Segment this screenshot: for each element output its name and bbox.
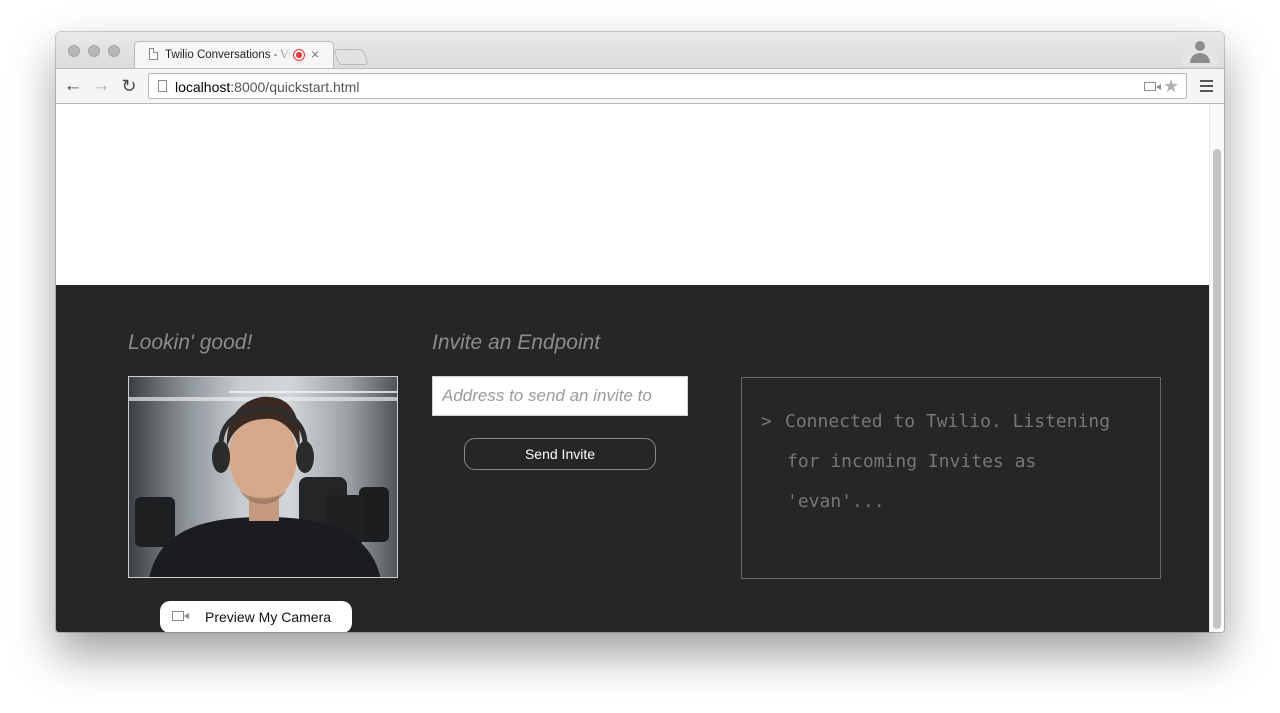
back-arrow-icon[interactable]: ← xyxy=(62,76,84,96)
profile-icon xyxy=(1195,41,1205,51)
zoom-window-button[interactable] xyxy=(108,45,120,57)
browser-window: Twilio Conversations - Video × ← → ↻ loc… xyxy=(56,32,1224,632)
browser-toolbar: ← → ↻ localhost:8000/quickstart.html ★ xyxy=(56,68,1224,104)
invite-heading: Invite an Endpoint xyxy=(432,331,601,354)
close-icon[interactable]: × xyxy=(311,46,319,62)
page-viewport: Lookin' good! Invite an Endpoint Address… xyxy=(56,104,1224,632)
log-line: Connected to Twilio. Listening xyxy=(785,411,1111,432)
star-icon[interactable]: ★ xyxy=(1163,76,1179,96)
remote-media-area xyxy=(56,104,1209,285)
profile-button[interactable] xyxy=(1182,36,1218,66)
log-prompt: > xyxy=(761,411,772,432)
camera-icon xyxy=(172,611,189,621)
reload-icon[interactable]: ↻ xyxy=(118,76,140,96)
browser-tab[interactable]: Twilio Conversations - Video × xyxy=(134,41,334,68)
camera-icon[interactable] xyxy=(1144,82,1161,91)
vertical-scrollbar[interactable] xyxy=(1209,104,1224,632)
log-panel: > Connected to Twilio. Listening for inc… xyxy=(741,377,1161,579)
page-icon xyxy=(158,80,167,92)
log-line: for incoming Invites as xyxy=(787,451,1037,472)
menu-icon[interactable] xyxy=(1200,80,1213,95)
tab-strip: Twilio Conversations - Video × xyxy=(56,32,1224,68)
send-invite-button[interactable]: Send Invite xyxy=(464,438,656,470)
forward-arrow-icon[interactable]: → xyxy=(90,76,112,96)
record-icon xyxy=(293,49,305,61)
preview-camera-label: Preview My Camera xyxy=(205,609,332,625)
url-text: localhost:8000/quickstart.html xyxy=(175,79,360,95)
scrollbar-thumb[interactable] xyxy=(1213,149,1221,629)
controls-panel: Lookin' good! Invite an Endpoint Address… xyxy=(56,285,1209,632)
page-content: Lookin' good! Invite an Endpoint Address… xyxy=(56,104,1209,632)
log-line: 'evan'... xyxy=(787,491,885,512)
address-bar[interactable]: localhost:8000/quickstart.html ★ xyxy=(148,73,1187,99)
local-media-heading: Lookin' good! xyxy=(128,331,253,354)
close-window-button[interactable] xyxy=(68,45,80,57)
tab-title: Twilio Conversations - Video xyxy=(165,49,291,61)
preview-camera-button[interactable]: Preview My Camera xyxy=(160,601,352,632)
new-tab-button[interactable] xyxy=(333,49,369,65)
page-icon xyxy=(149,48,158,60)
invite-address-input[interactable] xyxy=(432,376,688,416)
local-camera-video xyxy=(128,376,398,578)
camera-feed-image xyxy=(129,391,397,577)
minimize-window-button[interactable] xyxy=(88,45,100,57)
